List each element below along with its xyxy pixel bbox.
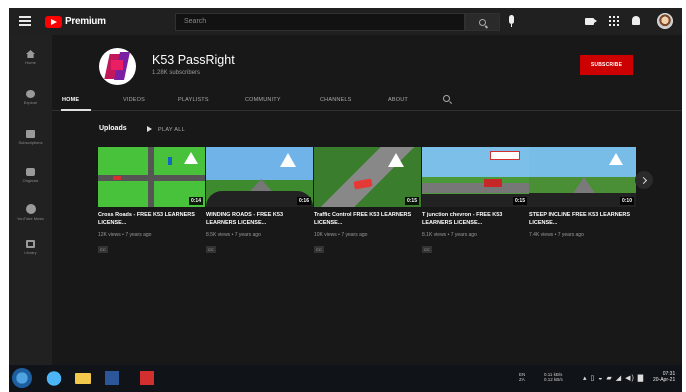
- create-video-icon[interactable]: [585, 18, 597, 25]
- library-icon: [26, 240, 35, 248]
- tab-about[interactable]: ABOUT: [388, 97, 408, 103]
- compass-icon: [26, 90, 35, 98]
- channel-avatar[interactable]: [99, 48, 136, 85]
- user-avatar[interactable]: [657, 13, 673, 29]
- cc-badge: CC: [314, 246, 324, 253]
- video-meta: 8.1K views • 7 years ago: [422, 232, 477, 238]
- video-title[interactable]: Cross Roads - FREE K53 LEARNERS LICENSE.…: [98, 212, 205, 227]
- cc-badge: CC: [422, 246, 432, 253]
- shelf-next-arrow-icon[interactable]: [635, 171, 653, 189]
- video-card[interactable]: 0:10 STEEP INCLINE FREE K53 LEARNERS LIC…: [529, 147, 636, 238]
- play-icon: [147, 126, 152, 132]
- subscribe-button[interactable]: SUBSCRIBE: [580, 55, 633, 75]
- sidebar-item-music[interactable]: YouTube Music: [9, 195, 52, 231]
- sidebar-item-home[interactable]: Home: [9, 41, 52, 77]
- play-all-button[interactable]: PLAY ALL: [147, 126, 185, 133]
- video-title[interactable]: WINDING ROADS - FREE K53 LEARNERS LICENS…: [206, 212, 313, 227]
- system-clock[interactable]: 07:31 20-Apr-21: [653, 371, 675, 383]
- sidebar-item-library[interactable]: Library: [9, 231, 52, 267]
- tab-videos[interactable]: VIDEOS: [123, 97, 145, 103]
- hamburger-menu-icon[interactable]: [19, 16, 31, 26]
- video-duration: 0:15: [404, 197, 419, 205]
- home-icon: [26, 50, 35, 58]
- sidebar-item-label: YouTube Music: [16, 216, 45, 221]
- youtube-premium-logo[interactable]: Premium: [45, 15, 106, 28]
- video-meta: 12K views • 7 years ago: [98, 232, 152, 238]
- video-title[interactable]: Traffic Control FREE K53 LEARNERS LICENS…: [314, 212, 421, 227]
- video-duration: 0:16: [296, 197, 311, 205]
- system-tray-icons[interactable]: ▴ ▯ ◒ ▰ ◢ ◀) ▇: [583, 374, 644, 382]
- sidebar-item-label: Home: [25, 60, 36, 65]
- sidebar-item-label: Library: [24, 250, 37, 255]
- apps-grid-icon[interactable]: [609, 16, 619, 26]
- sidebar-item-label: Explore: [23, 100, 38, 105]
- video-thumbnail[interactable]: 0:15: [314, 147, 421, 207]
- video-thumbnail[interactable]: 0:15: [422, 147, 529, 207]
- video-card[interactable]: 0:16 WINDING ROADS - FREE K53 LEARNERS L…: [206, 147, 313, 256]
- video-thumbnail[interactable]: 0:10: [529, 147, 636, 207]
- cc-badge: CC: [206, 246, 216, 253]
- sidebar-item-label: Originals: [22, 178, 39, 183]
- tab-channels[interactable]: CHANNELS: [320, 97, 352, 103]
- video-duration: 0:15: [512, 197, 527, 205]
- video-meta: 7.4K views • 7 years ago: [529, 232, 584, 238]
- sidebar-item-subscriptions[interactable]: Subscriptions: [9, 121, 52, 157]
- file-explorer-icon[interactable]: [71, 368, 95, 389]
- cc-badge: CC: [98, 246, 108, 253]
- video-meta: 10K views • 7 years ago: [314, 232, 368, 238]
- browser-window: Premium Search Home Explore Subscription…: [9, 8, 682, 392]
- search-icon: [479, 18, 486, 26]
- sidebar: Home Explore Subscriptions Originals You…: [9, 35, 52, 365]
- channel-name: K53 PassRight: [152, 53, 235, 67]
- subscriptions-icon: [26, 130, 35, 138]
- tab-community[interactable]: COMMUNITY: [245, 97, 281, 103]
- sidebar-item-label: Subscriptions: [18, 140, 43, 145]
- language-indicator[interactable]: EN ZA: [519, 372, 525, 382]
- search-button[interactable]: [465, 13, 500, 31]
- top-bar: Premium Search: [9, 8, 682, 35]
- start-button-icon[interactable]: [12, 368, 32, 388]
- originals-icon: [26, 168, 35, 176]
- tab-playlists[interactable]: PLAYLISTS: [178, 97, 209, 103]
- tab-home[interactable]: HOME: [62, 97, 79, 103]
- clock-date: 20-Apr-21: [653, 377, 676, 383]
- channel-tabs: HOME VIDEOS PLAYLISTS COMMUNITY CHANNELS…: [52, 91, 682, 111]
- youtube-logo-icon: [45, 15, 62, 28]
- video-title[interactable]: STEEP INCLINE FREE K53 LEARNERS LICENSE.…: [529, 212, 636, 227]
- channel-search-icon[interactable]: [443, 95, 450, 102]
- notifications-bell-icon[interactable]: [632, 16, 640, 25]
- pdf-reader-icon[interactable]: [135, 368, 159, 389]
- video-card[interactable]: 0:15 Traffic Control FREE K53 LEARNERS L…: [314, 147, 421, 256]
- active-tab-indicator: [61, 109, 91, 111]
- play-all-label: PLAY ALL: [158, 127, 185, 133]
- search-input[interactable]: Search: [175, 13, 465, 31]
- video-thumbnail[interactable]: 0:16: [206, 147, 313, 207]
- sidebar-item-originals[interactable]: Originals: [9, 159, 52, 195]
- video-card[interactable]: 0:14 Cross Roads - FREE K53 LEARNERS LIC…: [98, 147, 205, 256]
- internet-explorer-icon[interactable]: [42, 368, 66, 389]
- microphone-icon[interactable]: [509, 15, 514, 27]
- video-thumbnail[interactable]: 0:14: [98, 147, 205, 207]
- uploads-heading[interactable]: Uploads: [99, 125, 127, 132]
- word-icon[interactable]: [100, 368, 124, 389]
- video-card[interactable]: 0:15 T junction chevron - FREE K53 LEARN…: [422, 147, 529, 256]
- subscriber-count: 1.28K subscribers: [152, 70, 201, 76]
- music-icon: [25, 204, 36, 214]
- taskbar: EN ZA 0.11 kB/s 0.12 kB/s ▴ ▯ ◒ ▰ ◢ ◀) ▇…: [9, 365, 682, 392]
- sidebar-item-explore[interactable]: Explore: [9, 81, 52, 117]
- video-duration: 0:10: [619, 197, 634, 205]
- video-duration: 0:14: [188, 197, 203, 205]
- logo-text: Premium: [65, 16, 106, 27]
- video-meta: 8.5K views • 7 years ago: [206, 232, 261, 238]
- video-title[interactable]: T junction chevron - FREE K53 LEARNERS L…: [422, 212, 529, 227]
- network-speed: 0.11 kB/s 0.12 kB/s: [544, 372, 563, 382]
